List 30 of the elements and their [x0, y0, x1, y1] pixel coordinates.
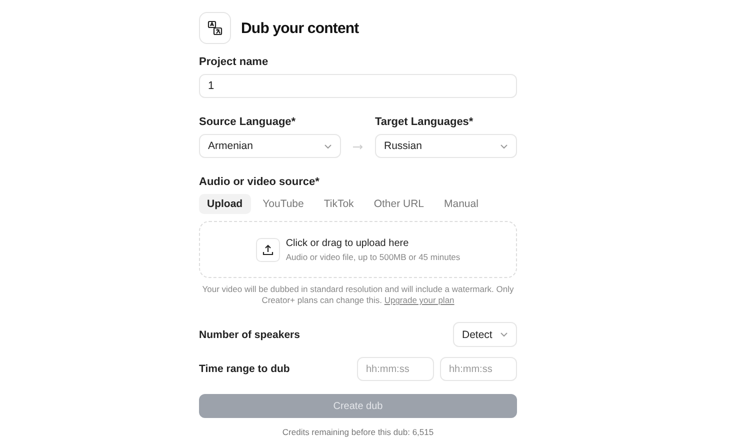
start-time-field[interactable]: hh:mm:ss [357, 357, 434, 381]
credits-text: Credits remaining before this dub: 6,515 [281, 427, 435, 437]
field-label: Time range to dub [199, 363, 290, 375]
page-title: Dub your content [241, 20, 359, 36]
upgrade-link[interactable]: Upgrade your plan [384, 295, 454, 305]
source-tab[interactable]: Upload [199, 194, 251, 214]
chevron-down-icon [500, 144, 508, 148]
upload-dropzone[interactable]: Click or drag to upload here Audio or video file, up to 500MB or 45 minutes [199, 221, 517, 278]
field-label: Audio or video source* [199, 176, 320, 188]
upload-icon [256, 238, 280, 262]
upload-title: Click or drag to upload here [286, 238, 410, 248]
chevron-down-icon [500, 332, 508, 337]
source-tab[interactable]: Manual [436, 194, 486, 214]
watermark-note: Your video will be dubbed in standard resolution and will include a watermark. Only Creator+ plans can change this. Upgrade your plan [201, 284, 515, 306]
arrow-right-icon [353, 144, 363, 150]
source-language-dropdown[interactable]: Armenian [199, 134, 341, 158]
translate-icon [199, 12, 231, 44]
field-label: Target Languages* [375, 116, 474, 128]
end-time-field[interactable]: hh:mm:ss [440, 357, 517, 381]
source-tab[interactable]: TikTok [316, 194, 362, 214]
upload-hint: Audio or video file, up to 500MB or 45 minutes [286, 252, 460, 262]
target-languages-dropdown[interactable]: Russian [375, 134, 517, 158]
chevron-down-icon [324, 144, 332, 148]
source-tab[interactable]: Other URL [366, 194, 432, 214]
field-label: Number of speakers [199, 328, 300, 340]
speakers-dropdown[interactable]: Detect [453, 322, 517, 347]
field-label: Source Language* [199, 116, 297, 128]
project-name-field[interactable]: 1 [199, 74, 517, 98]
field-label: Project name [199, 56, 270, 68]
source-tab[interactable]: YouTube [254, 194, 312, 214]
